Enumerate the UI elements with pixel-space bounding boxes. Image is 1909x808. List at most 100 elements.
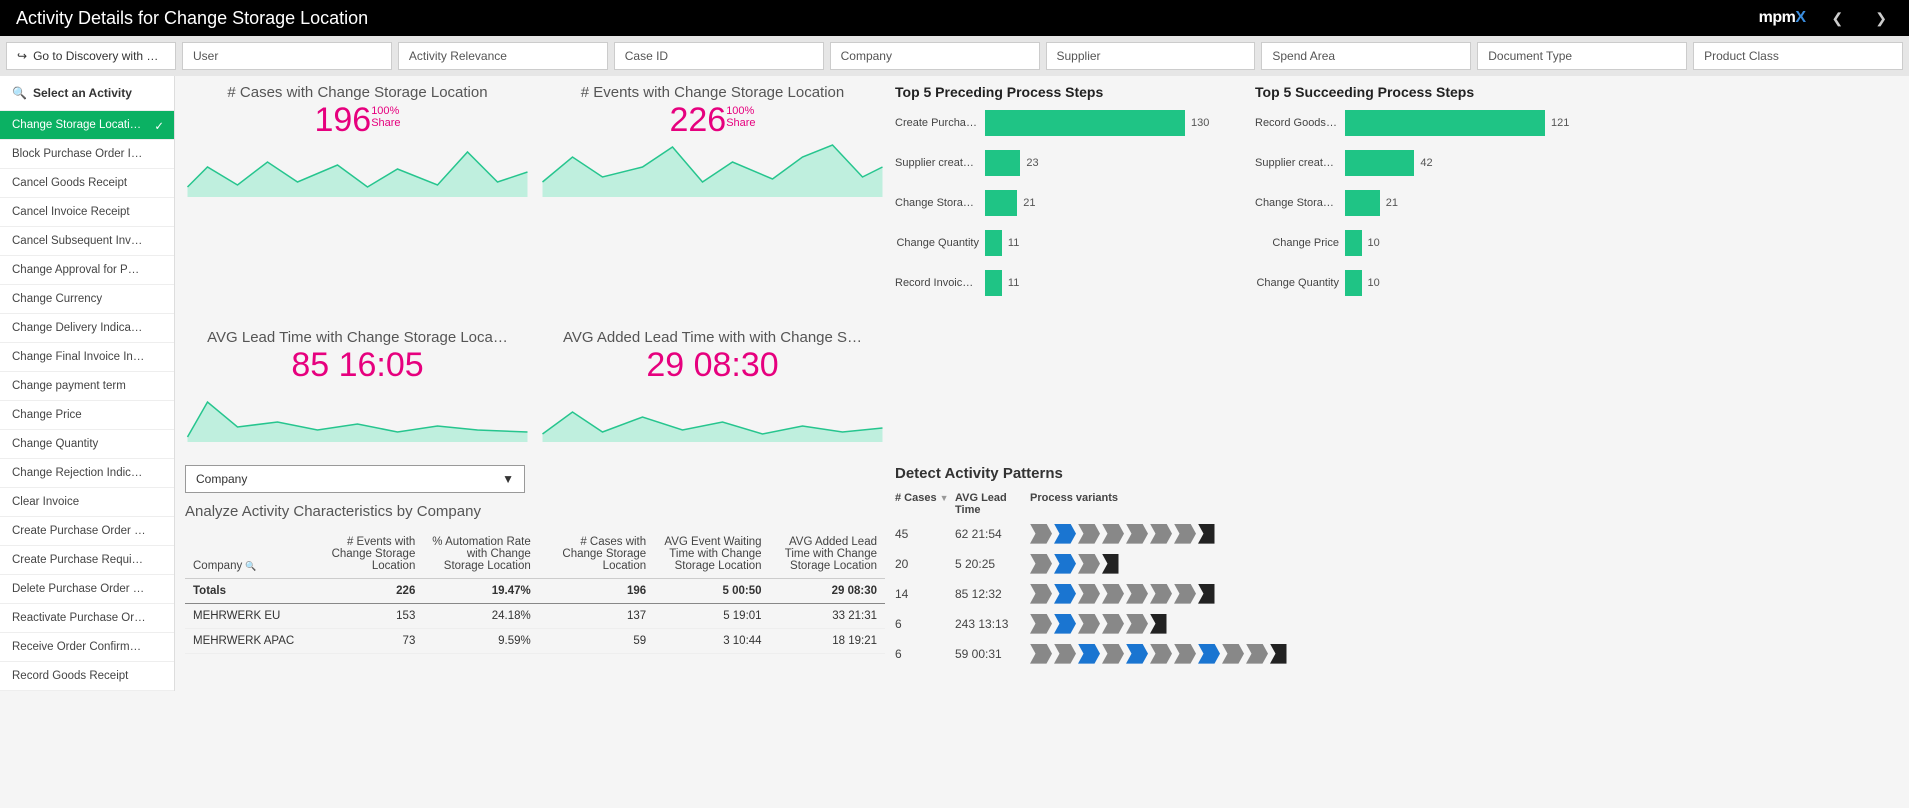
chevron-icon [1054, 614, 1076, 634]
dimension-selector[interactable]: Company ▼ [185, 465, 525, 493]
bar-row[interactable]: Change Price10 [1255, 230, 1605, 256]
chevron-icon [1078, 524, 1100, 544]
bar-row[interactable]: Change Storage…21 [895, 190, 1245, 216]
chevron-icon [1102, 524, 1124, 544]
pattern-row[interactable]: 4562 21:54 [895, 524, 1605, 544]
header-right: mpmX ❮ ❯ [1759, 9, 1893, 27]
table-header[interactable]: # Cases with Change Storage Location [539, 530, 654, 579]
bar-row[interactable]: Change Quantity 10 [1255, 270, 1605, 296]
sparkline [185, 137, 530, 197]
chevron-icon [1078, 644, 1100, 664]
filter-activity-relevance[interactable]: Activity Relevance [398, 42, 608, 70]
chevron-icon [1174, 644, 1196, 664]
activity-item[interactable]: Reactivate Purchase Or… [0, 604, 174, 633]
kpi-added-lead: AVG Added Lead Time with with Change S… … [540, 329, 885, 445]
bar-label: Change Quantity [1255, 277, 1345, 289]
activity-item[interactable]: Change Rejection Indic… [0, 459, 174, 488]
bar-row[interactable]: Supplier creates…42 [1255, 150, 1605, 176]
filter-supplier[interactable]: Supplier [1046, 42, 1256, 70]
chevron-icon [1102, 554, 1124, 574]
sort-desc-icon[interactable]: ▼ [940, 493, 949, 503]
activity-item[interactable]: Change Approval for P… [0, 256, 174, 285]
selector-value: Company [196, 472, 247, 486]
activity-item[interactable]: Change Final Invoice In… [0, 343, 174, 372]
kpi-title: AVG Lead Time with Change Storage Loca… [185, 329, 530, 346]
activity-item[interactable]: Create Purchase Order … [0, 517, 174, 546]
bar-row[interactable]: Record Goods R…121 [1255, 110, 1605, 136]
analyze-table: Company 🔍# Events with Change Storage Lo… [185, 530, 885, 654]
activity-item[interactable]: Record Goods Receipt [0, 662, 174, 691]
bar-row[interactable]: Change Quantity11 [895, 230, 1245, 256]
bar-fill [985, 230, 1002, 256]
bar-row[interactable]: Create Purchas…130 [895, 110, 1245, 136]
nav-prev-icon[interactable]: ❮ [1826, 10, 1850, 27]
chevron-icon [1246, 644, 1268, 664]
search-icon[interactable]: 🔍 [12, 86, 27, 100]
bar-fill [985, 110, 1185, 136]
patterns-section: Detect Activity Patterns # Cases ▼ AVG L… [895, 465, 1605, 674]
filter-company[interactable]: Company [830, 42, 1040, 70]
activity-item[interactable]: Cancel Subsequent Inv… [0, 227, 174, 256]
bar-row[interactable]: Record Invoice …11 [895, 270, 1245, 296]
search-icon[interactable]: 🔍 [245, 561, 256, 571]
bar-value: 42 [1420, 157, 1432, 169]
bar-label: Change Quantity [895, 237, 985, 249]
table-header[interactable]: # Events with Change Storage Location [308, 530, 423, 579]
activity-item[interactable]: Receive Order Confirm… [0, 633, 174, 662]
activity-item[interactable]: Change Storage Locati… [0, 111, 174, 140]
chevron-icon [1126, 614, 1148, 634]
kpi-sub: 100%Share [726, 103, 755, 129]
logo: mpmX [1759, 9, 1806, 27]
bar-value: 10 [1368, 277, 1380, 289]
pattern-lead: 85 12:32 [955, 587, 1030, 601]
pattern-row[interactable]: 6243 13:13 [895, 614, 1605, 634]
chevron-icon [1030, 584, 1052, 604]
activity-item[interactable]: Cancel Goods Receipt [0, 169, 174, 198]
activity-item[interactable]: Clear Invoice [0, 488, 174, 517]
bar-row[interactable]: Change Storage…21 [1255, 190, 1605, 216]
chevron-icon [1078, 584, 1100, 604]
activity-item[interactable]: Change Delivery Indica… [0, 314, 174, 343]
activity-item[interactable]: Change Currency [0, 285, 174, 314]
filter-case-id[interactable]: Case ID [614, 42, 824, 70]
activity-item[interactable]: Block Purchase Order I… [0, 140, 174, 169]
table-header[interactable]: AVG Event Waiting Time with Change Stora… [654, 530, 769, 579]
activity-item[interactable]: Create Purchase Requi… [0, 546, 174, 575]
sidebar-title: 🔍 Select an Activity [0, 76, 174, 111]
chart-title: Top 5 Preceding Process Steps [895, 84, 1245, 100]
kpi-title: AVG Added Lead Time with with Change S… [540, 329, 885, 346]
activity-item[interactable]: Delete Purchase Order … [0, 575, 174, 604]
bar-row[interactable]: Supplier creates…23 [895, 150, 1245, 176]
bar-fill [1345, 230, 1362, 256]
activity-item[interactable]: Change payment term [0, 372, 174, 401]
nav-next-icon[interactable]: ❯ [1869, 10, 1893, 27]
filter-product-class[interactable]: Product Class [1693, 42, 1903, 70]
activity-item[interactable]: Change Quantity [0, 430, 174, 459]
pattern-lead: 59 00:31 [955, 647, 1030, 661]
table-header[interactable]: % Automation Rate with Change Storage Lo… [423, 530, 538, 579]
kpi-sub: 100%Share [371, 103, 400, 129]
table-header[interactable]: Company 🔍 [185, 530, 308, 579]
activity-item[interactable]: Cancel Invoice Receipt [0, 198, 174, 227]
pattern-lead: 243 13:13 [955, 617, 1030, 631]
discovery-button[interactable]: ↪ Go to Discovery with … [6, 42, 176, 70]
table-header[interactable]: AVG Added Lead Time with Change Storage … [770, 530, 885, 579]
bar-label: Change Storage… [1255, 197, 1345, 209]
activity-item[interactable]: Change Price [0, 401, 174, 430]
table-row[interactable]: MEHRWERK EU15324.18%1375 19:0133 21:31 [185, 603, 885, 628]
table-row[interactable]: MEHRWERK APAC739.59%593 10:4418 19:21 [185, 628, 885, 653]
pattern-cases: 14 [895, 587, 955, 601]
filter-document-type[interactable]: Document Type [1477, 42, 1687, 70]
pattern-row[interactable]: 1485 12:32 [895, 584, 1605, 604]
kpi-title: # Cases with Change Storage Location [185, 84, 530, 101]
filter-user[interactable]: User [182, 42, 392, 70]
chevron-icon [1078, 614, 1100, 634]
pattern-row[interactable]: 205 20:25 [895, 554, 1605, 574]
kpi-value: 29 08:30 [540, 348, 885, 382]
chevron-icon [1030, 554, 1052, 574]
pattern-cases: 6 [895, 647, 955, 661]
pattern-row[interactable]: 659 00:31 [895, 644, 1605, 664]
bar-fill [985, 150, 1020, 176]
bar-value: 21 [1023, 197, 1035, 209]
filter-spend-area[interactable]: Spend Area [1261, 42, 1471, 70]
